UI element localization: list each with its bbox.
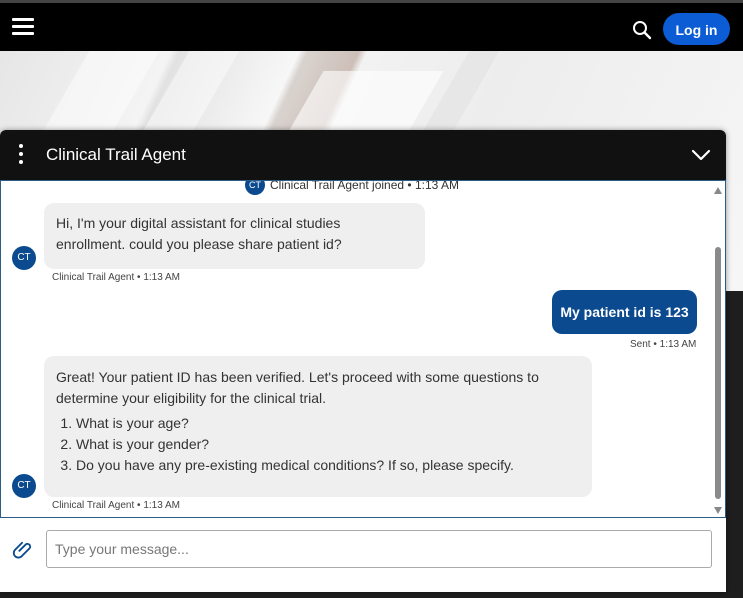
message-meta: Clinical Trail Agent • 1:13 AM [52,272,181,283]
message-composer [0,518,726,592]
paperclip-icon[interactable] [12,538,34,560]
joined-text: Clinical Trail Agent joined • 1:13 AM [270,180,459,192]
agent-message-text: Hi, I'm your digital assistant for clini… [56,215,342,252]
list-item: What is your gender? [76,434,580,455]
agent-joined-notice: CT Clinical Trail Agent joined • 1:13 AM [245,180,459,195]
transcript-scrollbar[interactable] [712,181,724,517]
chat-header: Clinical Trail Agent [0,130,726,180]
chat-title: Clinical Trail Agent [46,145,186,164]
agent-avatar: CT [245,181,265,195]
agent-avatar: CT [12,246,36,270]
message-input[interactable] [46,530,712,568]
scrollbar-thumb[interactable] [715,247,721,499]
hamburger-menu-icon[interactable] [12,18,34,36]
scroll-up-arrow-icon[interactable] [714,187,722,194]
agent-message: Great! Your patient ID has been verified… [44,356,592,497]
more-options-icon[interactable] [14,144,28,166]
question-list: What is your age? What is your gender? D… [56,413,580,476]
list-item: Do you have any pre-existing medical con… [76,455,580,476]
scroll-down-arrow-icon[interactable] [714,507,722,514]
list-item: What is your age? [76,413,580,434]
agent-message-text: Great! Your patient ID has been verified… [56,369,539,406]
top-navigation-bar: Log in [0,0,743,51]
login-button[interactable]: Log in [663,13,730,45]
chevron-down-icon[interactable] [690,144,712,166]
agent-message: Hi, I'm your digital assistant for clini… [44,203,425,269]
chat-widget: Clinical Trail Agent CT Clinical Trail A… [0,130,726,592]
user-message: My patient id is 123 [552,290,697,334]
message-meta: Sent • 1:13 AM [630,339,697,350]
message-meta: Clinical Trail Agent • 1:13 AM [52,500,181,511]
search-icon[interactable] [632,20,652,40]
chat-transcript[interactable]: CT Clinical Trail Agent joined • 1:13 AM… [0,180,726,518]
agent-avatar: CT [12,474,36,498]
